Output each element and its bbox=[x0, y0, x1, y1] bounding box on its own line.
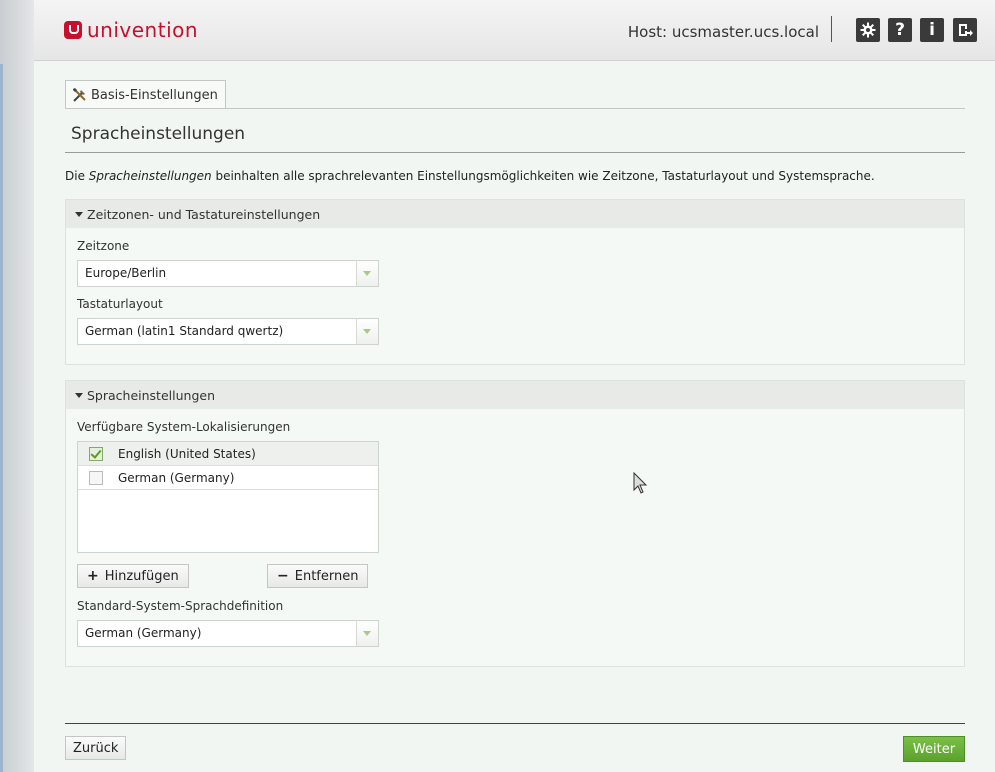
tab-label: Basis-Einstellungen bbox=[91, 87, 218, 103]
host-label: Host: ucsmaster.ucs.local bbox=[627, 23, 819, 41]
default-language-value: German (Germany) bbox=[85, 626, 202, 640]
tab-basis-einstellungen[interactable]: Basis-Einstellungen bbox=[65, 80, 226, 109]
timezone-label: Zeitzone bbox=[77, 239, 130, 253]
language-section-header[interactable]: Spracheinstellungen bbox=[66, 381, 964, 409]
locales-label: Verfügbare System-Lokalisierungen bbox=[77, 420, 291, 434]
timezone-section: Zeitzonen- und Tastatureinstellungen Zei… bbox=[65, 199, 965, 365]
help-icon[interactable]: ? bbox=[888, 18, 912, 42]
keyboard-layout-value: German (latin1 Standard qwertz) bbox=[85, 324, 284, 338]
locale-row-english[interactable]: English (United States) bbox=[78, 442, 378, 466]
gear-icon[interactable] bbox=[856, 18, 880, 42]
info-icon[interactable]: i bbox=[920, 18, 944, 42]
default-language-select[interactable]: German (Germany) bbox=[77, 620, 379, 647]
remove-locale-button[interactable]: − Entfernen bbox=[267, 564, 369, 588]
language-section: Spracheinstellungen Verfügbare System-Lo… bbox=[65, 380, 965, 667]
minus-icon: − bbox=[277, 568, 289, 584]
back-button[interactable]: Zurück bbox=[65, 736, 127, 760]
description-emphasis: Spracheinstellungen bbox=[88, 169, 212, 183]
timezone-section-header[interactable]: Zeitzonen- und Tastatureinstellungen bbox=[66, 200, 964, 228]
description-prefix: Die bbox=[65, 169, 89, 183]
locale-row-german[interactable]: German (Germany) bbox=[78, 466, 378, 490]
timezone-section-title: Zeitzonen- und Tastatureinstellungen bbox=[87, 206, 321, 222]
chevron-down-icon[interactable] bbox=[356, 319, 378, 344]
locale-label: English (United States) bbox=[118, 447, 256, 461]
remove-button-label: Entfernen bbox=[294, 568, 359, 584]
default-language-label: Standard-System-Sprachdefinition bbox=[77, 599, 284, 613]
description-suffix: beinhalten alle sprachrelevanten Einstel… bbox=[211, 169, 875, 183]
plus-icon: + bbox=[87, 568, 99, 584]
keyboard-layout-select[interactable]: German (latin1 Standard qwertz) bbox=[77, 318, 379, 345]
univention-logo: univention bbox=[64, 16, 198, 44]
locales-list: English (United States) German (Germany) bbox=[77, 441, 379, 553]
chevron-down-icon[interactable] bbox=[356, 261, 378, 286]
language-section-title: Spracheinstellungen bbox=[87, 387, 215, 403]
logout-icon[interactable] bbox=[953, 18, 977, 42]
collapse-triangle-icon bbox=[75, 392, 83, 398]
keyboard-label: Tastaturlayout bbox=[77, 297, 163, 311]
tools-icon bbox=[73, 88, 86, 102]
page-title: Spracheinstellungen bbox=[71, 124, 246, 144]
title-divider bbox=[65, 152, 965, 153]
timezone-select[interactable]: Europe/Berlin bbox=[77, 260, 379, 287]
collapse-triangle-icon bbox=[75, 211, 83, 217]
next-button[interactable]: Weiter bbox=[903, 736, 965, 762]
locale-checkbox[interactable] bbox=[89, 471, 103, 485]
left-accent-bar bbox=[0, 64, 3, 772]
timezone-value: Europe/Berlin bbox=[85, 266, 167, 280]
add-button-label: Hinzufügen bbox=[104, 568, 179, 584]
header-bar: univention Host: ucsmaster.ucs.local ? i bbox=[34, 0, 995, 61]
locale-label: German (Germany) bbox=[118, 471, 235, 485]
chevron-down-icon[interactable] bbox=[356, 621, 378, 646]
univention-logo-icon bbox=[64, 21, 82, 39]
add-locale-button[interactable]: + Hinzufügen bbox=[77, 564, 189, 588]
left-window-edge bbox=[0, 0, 35, 772]
locale-checkbox[interactable] bbox=[89, 447, 103, 461]
tab-divider bbox=[65, 108, 965, 109]
app-window: univention Host: ucsmaster.ucs.local ? i… bbox=[34, 0, 995, 772]
mouse-cursor-icon bbox=[633, 472, 648, 494]
footer-divider bbox=[65, 723, 965, 724]
brand-name: univention bbox=[87, 18, 199, 42]
page-description: Die Spracheinstellungen beinhalten alle … bbox=[65, 169, 875, 183]
header-separator bbox=[831, 16, 832, 42]
